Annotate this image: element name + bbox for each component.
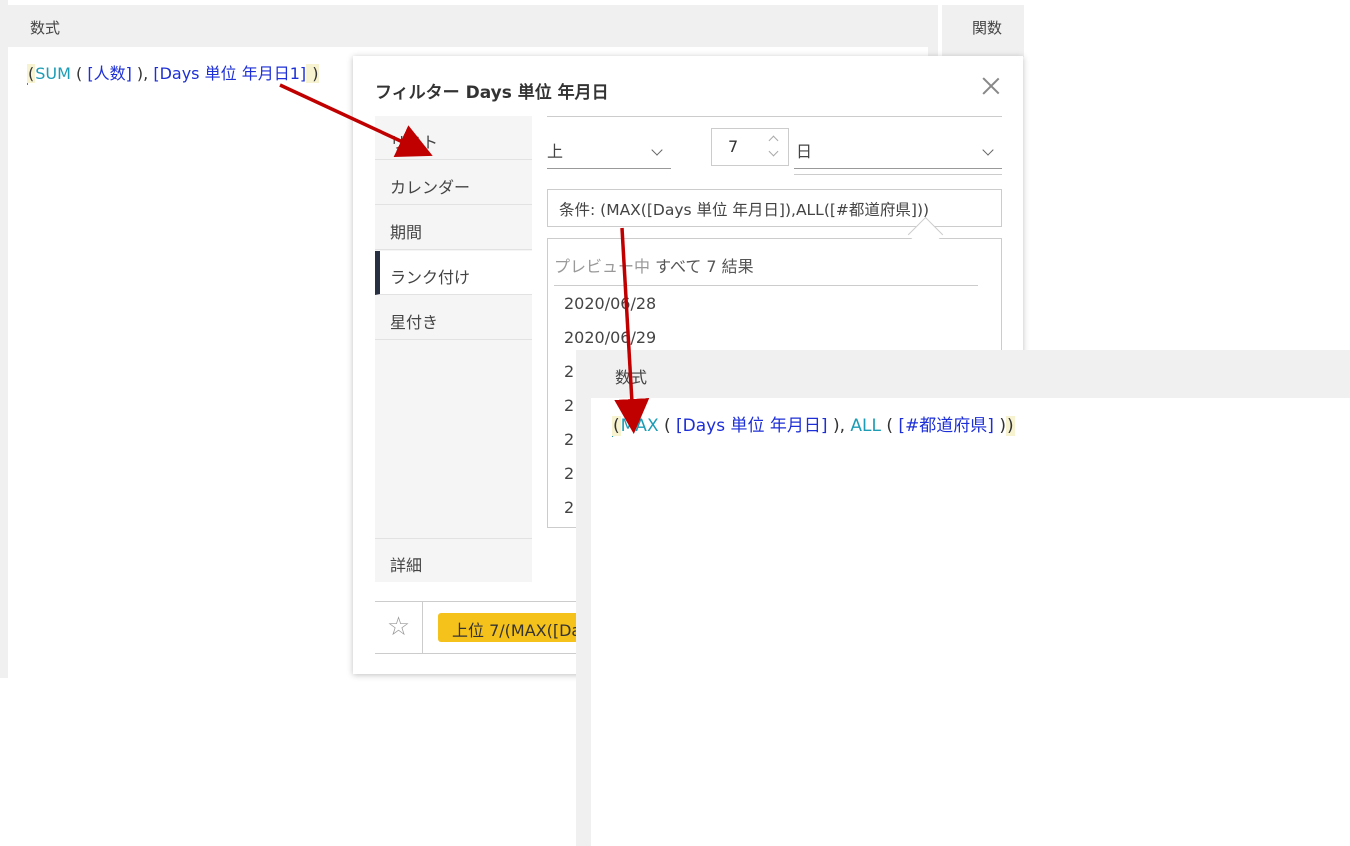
arrow-to-list-tab	[279, 83, 433, 158]
arrow-to-formula	[614, 227, 650, 434]
annotation-arrows	[279, 83, 650, 434]
